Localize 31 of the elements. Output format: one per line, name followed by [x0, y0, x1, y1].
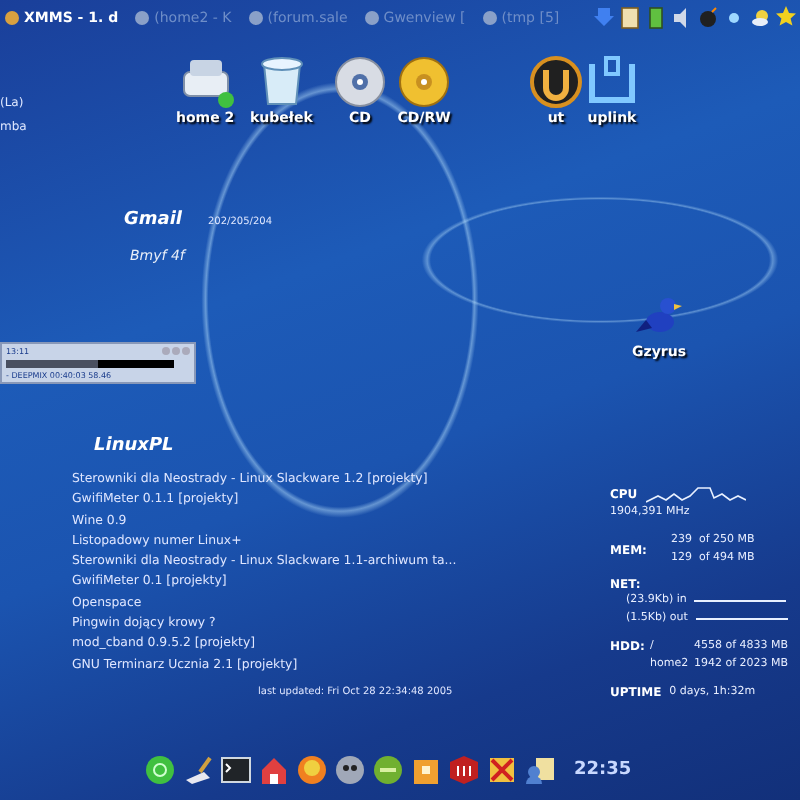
bracket-icon[interactable] [584, 52, 640, 108]
bomb-icon[interactable] [698, 6, 718, 30]
network-graph [695, 616, 788, 622]
disc-icon[interactable] [396, 52, 452, 108]
window-icon [247, 10, 264, 26]
star-icon[interactable] [776, 6, 796, 30]
speaker-icon[interactable] [672, 6, 692, 30]
weather-icon[interactable] [750, 6, 770, 30]
clipboard-icon[interactable] [620, 6, 640, 30]
cpu-graph [645, 486, 746, 504]
seek-bar[interactable] [6, 359, 174, 367]
box-icon[interactable] [410, 754, 442, 786]
game-logo-icon[interactable] [528, 52, 584, 108]
network-graph [694, 598, 787, 604]
robot-icon[interactable] [334, 754, 366, 786]
person-note-icon[interactable] [524, 754, 556, 786]
news-widget-title: LinuxPL [94, 436, 174, 456]
round-button-icon[interactable] [372, 754, 404, 786]
house-icon[interactable] [258, 754, 290, 786]
battery-icon[interactable] [646, 6, 666, 30]
window-icon [134, 10, 151, 26]
disc-icon[interactable] [332, 52, 388, 108]
brush-icon[interactable] [182, 754, 214, 786]
window-icon [4, 10, 20, 26]
window-icon [481, 10, 498, 26]
terminal-icon[interactable] [220, 754, 252, 786]
cross-icon[interactable] [486, 754, 518, 786]
clock: 22:35 [574, 760, 632, 780]
mail-widget-title: Gmail [124, 210, 183, 230]
globe-icon[interactable] [144, 754, 176, 786]
window-icon [363, 10, 380, 26]
